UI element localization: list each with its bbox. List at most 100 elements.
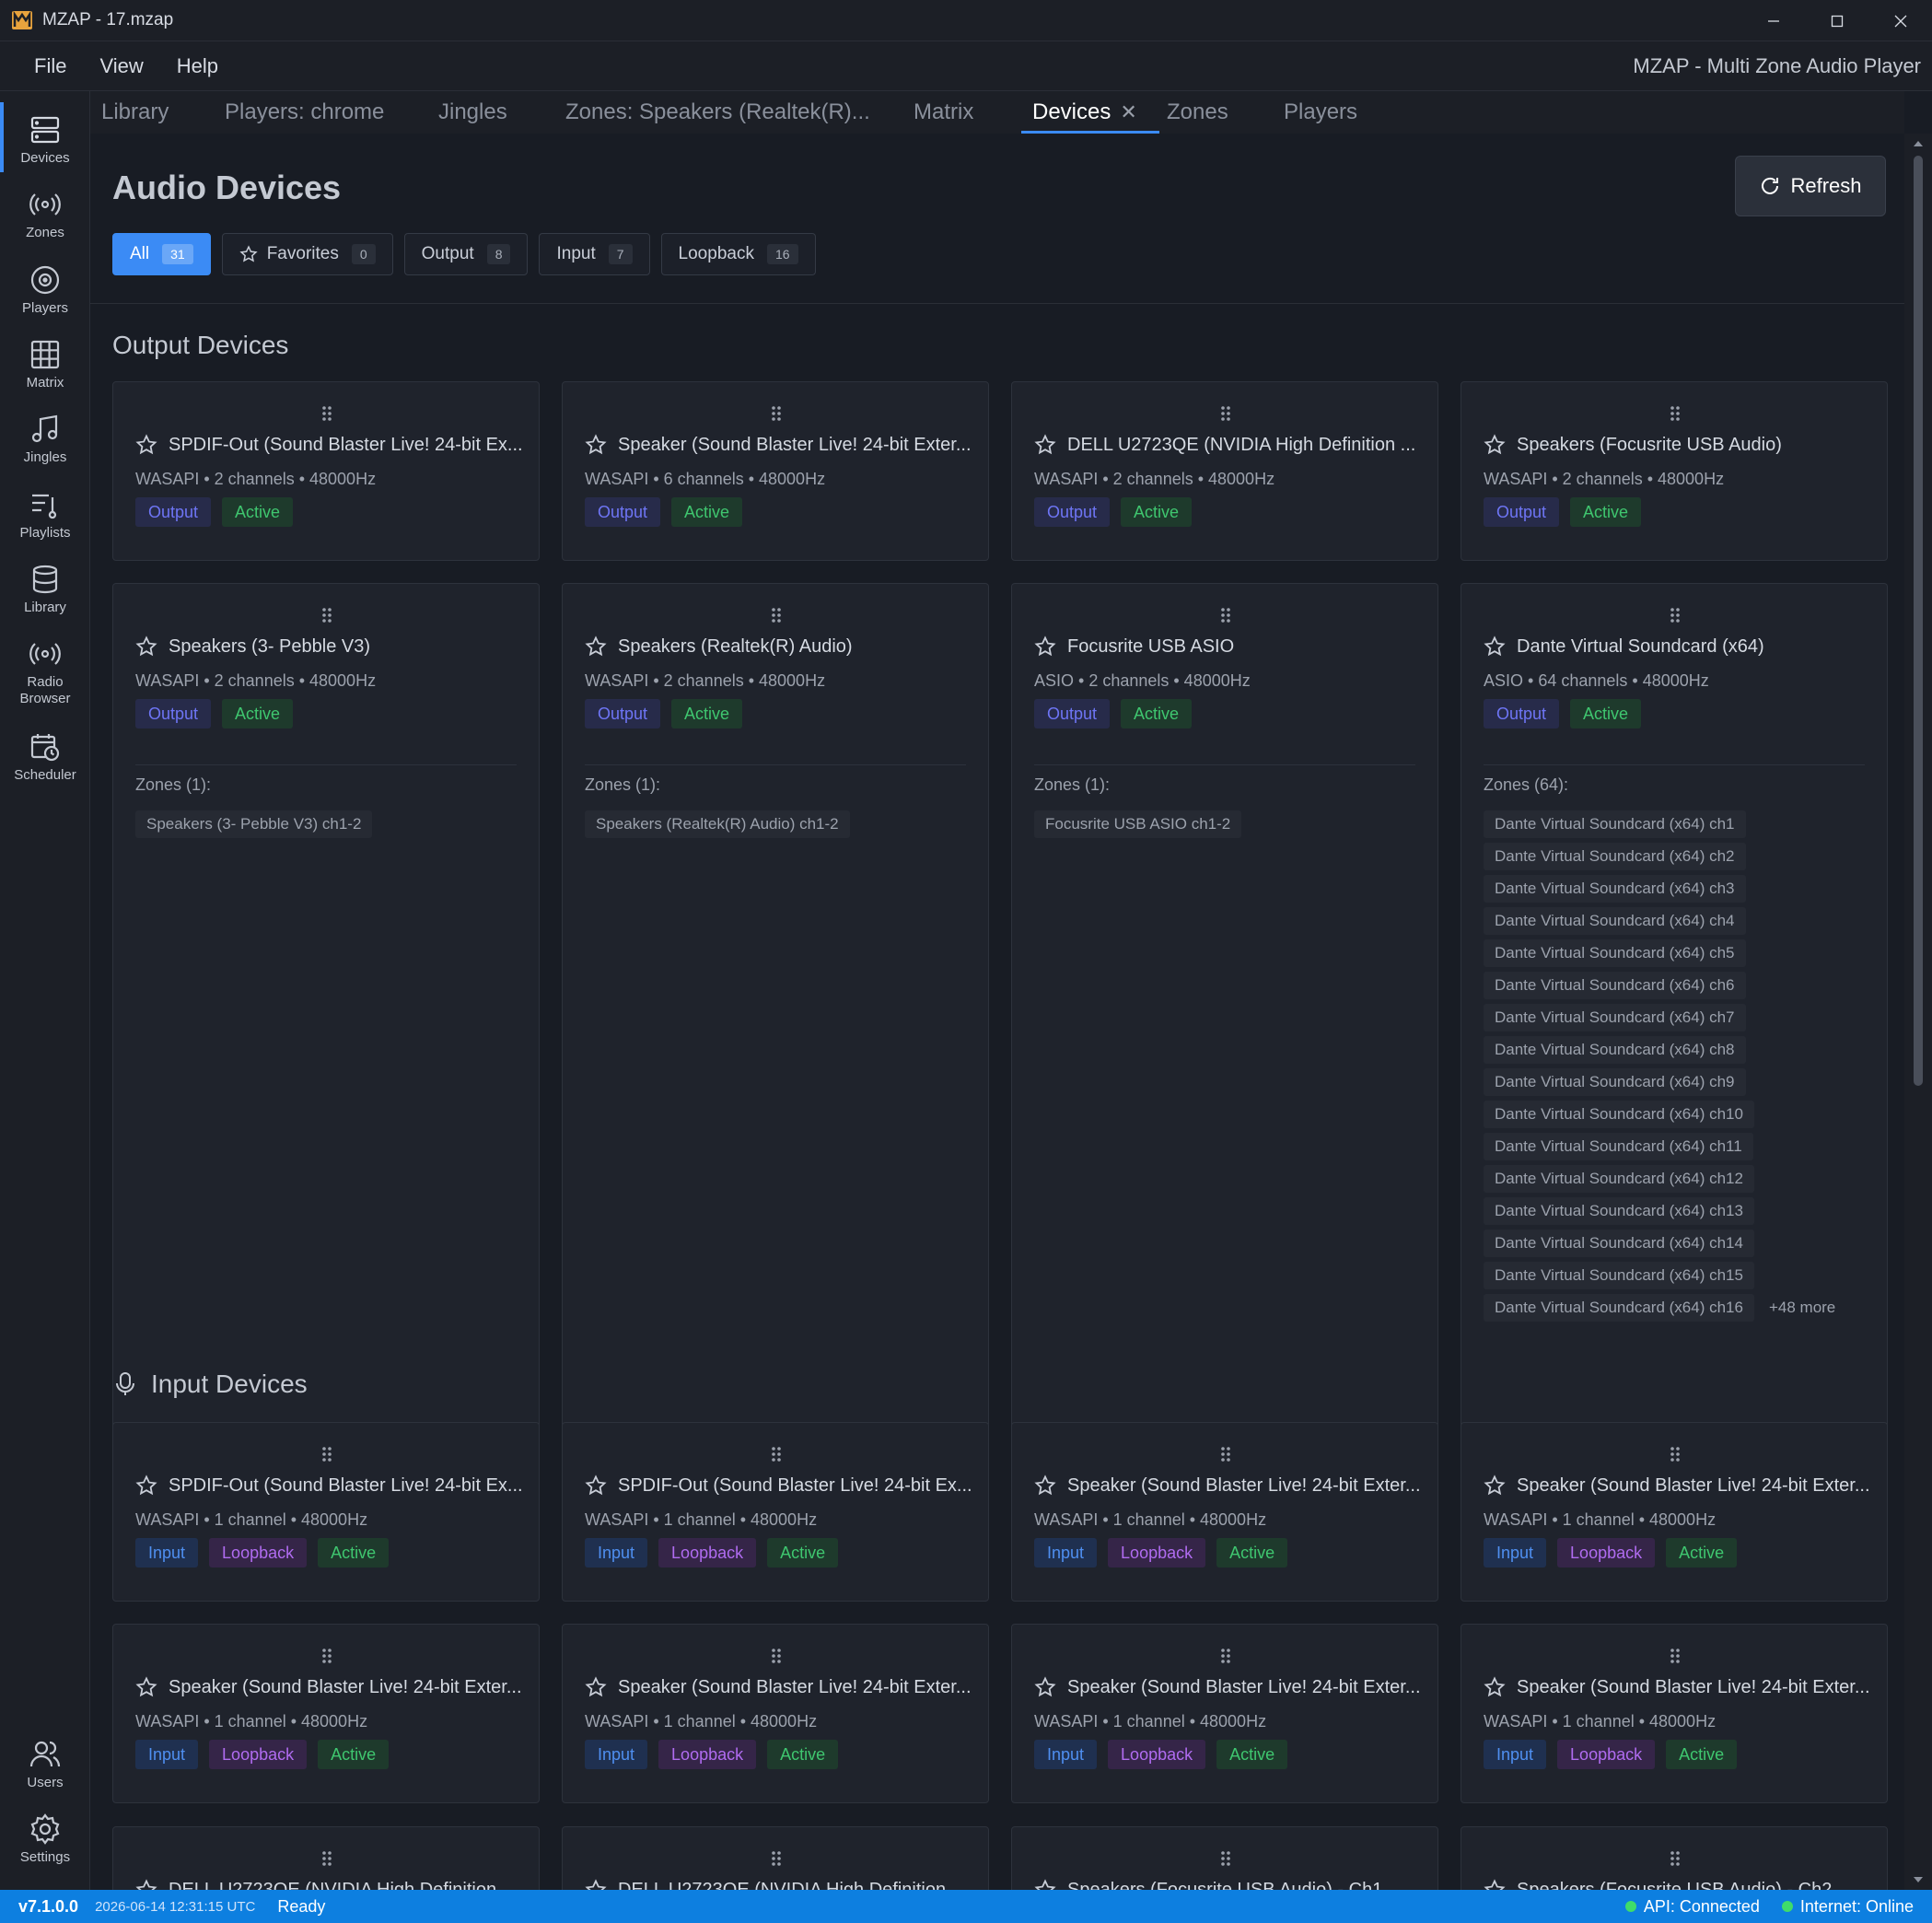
zone-chip[interactable]: Dante Virtual Soundcard (x64) ch8 [1484,1036,1746,1064]
drag-handle-icon[interactable] [1219,606,1232,624]
sidebar-item-playlists[interactable]: Playlists [0,488,90,542]
device-card[interactable]: Speakers (3- Pebble V3) WASAPI • 2 channe… [112,583,540,1467]
device-card[interactable]: Speakers (Focusrite USB Audio) WASAPI • 2… [1461,381,1888,561]
drag-handle-icon[interactable] [1219,1445,1232,1463]
favorite-star-icon[interactable] [135,434,157,456]
zone-chip[interactable]: Dante Virtual Soundcard (x64) ch4 [1484,907,1746,935]
device-card[interactable]: Speaker (Sound Blaster Live! 24-bit Exte… [1461,1422,1888,1602]
drag-handle-icon[interactable] [320,1849,333,1868]
device-card[interactable]: Speakers (Focusrite USB Audio) - Ch1 [1011,1826,1438,1890]
minimize-button[interactable] [1741,0,1805,41]
favorite-star-icon[interactable] [585,1879,607,1890]
scroll-down-icon[interactable] [1912,1873,1925,1886]
favorite-star-icon[interactable] [585,1474,607,1497]
drag-handle-icon[interactable] [1669,1445,1682,1463]
device-card[interactable]: SPDIF-Out (Sound Blaster Live! 24-bit Ex… [562,1422,989,1602]
device-card[interactable]: Speaker (Sound Blaster Live! 24-bit Exte… [1011,1624,1438,1803]
zone-chip[interactable]: Dante Virtual Soundcard (x64) ch10 [1484,1101,1754,1128]
drag-handle-icon[interactable] [320,404,333,423]
drag-handle-icon[interactable] [1669,1849,1682,1868]
menu-view[interactable]: View [99,54,143,78]
tab-close-icon[interactable]: ✕ [1120,100,1136,123]
close-window-button[interactable] [1868,0,1932,41]
favorite-star-icon[interactable] [135,1879,157,1890]
device-card[interactable]: DELL U2723QE (NVIDIA High Definition ...… [1011,381,1438,561]
sidebar-item-users[interactable]: Users [0,1738,90,1791]
tab-jingles[interactable]: Jingles [438,91,507,134]
drag-handle-icon[interactable] [770,1647,783,1665]
vertical-scrollbar[interactable] [1904,134,1932,1890]
more-zones-label[interactable]: +48 more [1769,1299,1835,1317]
device-card[interactable]: Speakers (Focusrite USB Audio) - Ch2 [1461,1826,1888,1890]
drag-handle-icon[interactable] [1669,404,1682,423]
device-card[interactable]: SPDIF-Out (Sound Blaster Live! 24-bit Ex… [112,381,540,561]
favorite-star-icon[interactable] [135,1676,157,1698]
drag-handle-icon[interactable] [770,404,783,423]
zone-chip[interactable]: Speakers (Realtek(R) Audio) ch1-2 [585,810,850,838]
drag-handle-icon[interactable] [770,1445,783,1463]
favorite-star-icon[interactable] [1484,434,1506,456]
zone-chip[interactable]: Speakers (3- Pebble V3) ch1-2 [135,810,373,838]
zone-chip[interactable]: Dante Virtual Soundcard (x64) ch2 [1484,843,1746,870]
filter-input[interactable]: Input 7 [539,233,650,275]
tab-zones[interactable]: Zones [1167,91,1228,134]
zone-chip[interactable]: Dante Virtual Soundcard (x64) ch5 [1484,939,1746,967]
zone-chip[interactable]: Dante Virtual Soundcard (x64) ch7 [1484,1004,1746,1031]
device-card[interactable]: Dante Virtual Soundcard (x64) ASIO • 64 c… [1461,583,1888,1467]
tab-players-chrome[interactable]: Players: chrome [225,91,384,134]
favorite-star-icon[interactable] [1034,1676,1056,1698]
filter-favorites[interactable]: Favorites 0 [221,233,393,275]
favorite-star-icon[interactable] [135,635,157,658]
filter-loopback[interactable]: Loopback 16 [660,233,816,275]
sidebar-item-devices[interactable]: Devices [0,102,90,172]
favorite-star-icon[interactable] [585,635,607,658]
sidebar-item-jingles[interactable]: Jingles [0,413,90,466]
drag-handle-icon[interactable] [1219,1647,1232,1665]
zone-chip[interactable]: Dante Virtual Soundcard (x64) ch9 [1484,1068,1746,1096]
maximize-button[interactable] [1805,0,1868,41]
zone-chip[interactable]: Focusrite USB ASIO ch1-2 [1034,810,1242,838]
favorite-star-icon[interactable] [1484,1676,1506,1698]
drag-handle-icon[interactable] [1669,606,1682,624]
zone-chip[interactable]: Dante Virtual Soundcard (x64) ch11 [1484,1133,1753,1160]
filter-output[interactable]: Output 8 [403,233,529,275]
menu-file[interactable]: File [34,54,66,78]
sidebar-item-scheduler[interactable]: Scheduler [0,730,90,784]
tab-devices[interactable]: Devices ✕ [1021,91,1159,134]
zone-chip[interactable]: Dante Virtual Soundcard (x64) ch16 [1484,1294,1754,1322]
device-card[interactable]: Speaker (Sound Blaster Live! 24-bit Exte… [562,1624,989,1803]
device-card[interactable]: Speaker (Sound Blaster Live! 24-bit Exte… [562,381,989,561]
favorite-star-icon[interactable] [135,1474,157,1497]
device-card[interactable]: DELL U2723QE (NVIDIA High Definition ... [112,1826,540,1890]
device-card[interactable]: Speakers (Realtek(R) Audio) WASAPI • 2 ch… [562,583,989,1467]
favorite-star-icon[interactable] [1034,1474,1056,1497]
favorite-star-icon[interactable] [585,434,607,456]
tab-matrix[interactable]: Matrix [914,91,973,134]
drag-handle-icon[interactable] [320,1647,333,1665]
favorite-star-icon[interactable] [585,1676,607,1698]
zone-chip[interactable]: Dante Virtual Soundcard (x64) ch13 [1484,1197,1754,1225]
favorite-star-icon[interactable] [1484,1474,1506,1497]
sidebar-item-zones[interactable]: Zones [0,188,90,241]
zone-chip[interactable]: Dante Virtual Soundcard (x64) ch1 [1484,810,1746,838]
drag-handle-icon[interactable] [1669,1647,1682,1665]
drag-handle-icon[interactable] [320,1445,333,1463]
favorite-star-icon[interactable] [1484,635,1506,658]
device-card[interactable]: Speaker (Sound Blaster Live! 24-bit Exte… [112,1624,540,1803]
drag-handle-icon[interactable] [320,606,333,624]
favorite-star-icon[interactable] [1034,434,1056,456]
tab-library[interactable]: Library [101,91,169,134]
favorite-star-icon[interactable] [1034,1879,1056,1890]
zone-chip[interactable]: Dante Virtual Soundcard (x64) ch12 [1484,1165,1754,1193]
zone-chip[interactable]: Dante Virtual Soundcard (x64) ch6 [1484,972,1746,999]
sidebar-item-players[interactable]: Players [0,263,90,317]
drag-handle-icon[interactable] [770,1849,783,1868]
refresh-button[interactable]: Refresh [1735,156,1886,216]
device-card[interactable]: DELL U2723QE (NVIDIA High Definition ... [562,1826,989,1890]
scroll-up-icon[interactable] [1912,137,1925,150]
tab-zones-speakers-realtek[interactable]: Zones: Speakers (Realtek(R)... [565,91,870,134]
sidebar-item-radio-browser[interactable]: Radio Browser [0,637,90,707]
favorite-star-icon[interactable] [1484,1879,1506,1890]
device-card[interactable]: Speaker (Sound Blaster Live! 24-bit Exte… [1011,1422,1438,1602]
drag-handle-icon[interactable] [1219,404,1232,423]
